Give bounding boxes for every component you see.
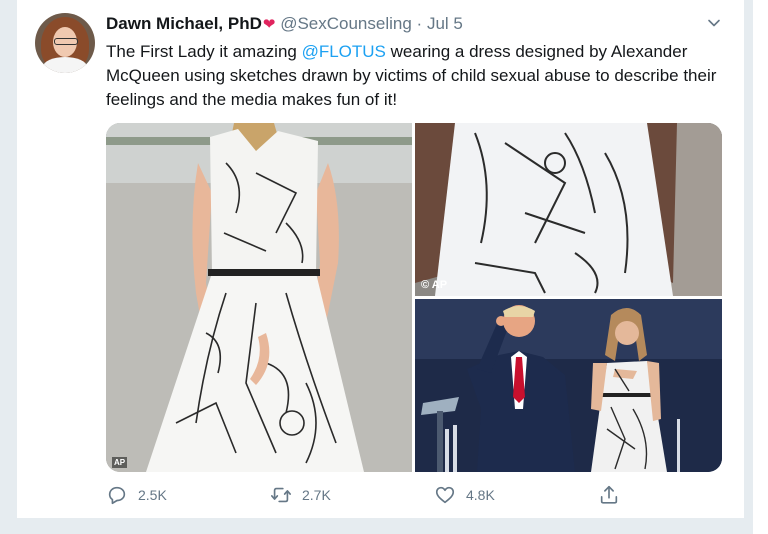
- tweet-divider: [17, 518, 744, 534]
- tweet-text: The First Lady it amazing @FLOTUS wearin…: [106, 40, 726, 112]
- separator-dot: ·: [416, 14, 423, 33]
- chevron-down-icon[interactable]: [707, 16, 721, 30]
- photo-dress-closeup-image: [415, 123, 722, 296]
- author-name[interactable]: Dawn Michael, PhD: [106, 14, 262, 33]
- tweet-date[interactable]: Jul 5: [427, 14, 463, 33]
- photo-dress-closeup[interactable]: © AP: [415, 123, 722, 296]
- retweet-button[interactable]: 2.7K: [270, 482, 331, 508]
- like-icon: [435, 486, 455, 504]
- reply-icon: [108, 486, 126, 505]
- share-button[interactable]: [598, 482, 630, 508]
- retweet-count: 2.7K: [302, 487, 331, 503]
- author-handle[interactable]: @SexCounseling: [280, 14, 412, 33]
- photo-salute-image: [415, 299, 722, 472]
- like-button[interactable]: 4.8K: [434, 482, 495, 508]
- heart-emoji: ❤: [262, 16, 276, 33]
- photo-credit-left: AP: [112, 457, 128, 468]
- side-column-edge: [752, 0, 768, 534]
- photo-dress-walking-image: [106, 123, 412, 472]
- media-grid: AP © AP: [106, 123, 722, 472]
- photo-credit-top: © AP: [421, 279, 448, 291]
- timeline-gutter-left: [0, 0, 17, 534]
- tweet[interactable]: Dawn Michael, PhD❤ @SexCounseling · Jul …: [17, 0, 744, 518]
- reply-button[interactable]: 2.5K: [106, 482, 167, 508]
- share-icon: [600, 485, 618, 504]
- avatar[interactable]: [35, 13, 95, 73]
- like-count: 4.8K: [466, 487, 495, 503]
- mention-link[interactable]: @FLOTUS: [302, 42, 386, 61]
- avatar-shirt: [43, 57, 87, 73]
- tweet-actions: 2.5K 2.7K 4.8K: [106, 482, 626, 508]
- retweet-icon: [271, 487, 291, 503]
- tweet-text-part1: The First Lady it amazing: [106, 42, 302, 61]
- reply-count: 2.5K: [138, 487, 167, 503]
- photo-salute[interactable]: [415, 299, 722, 472]
- avatar-glasses: [54, 38, 78, 45]
- photo-dress-walking[interactable]: AP: [106, 123, 412, 472]
- tweet-header: Dawn Michael, PhD❤ @SexCounseling · Jul …: [106, 14, 463, 38]
